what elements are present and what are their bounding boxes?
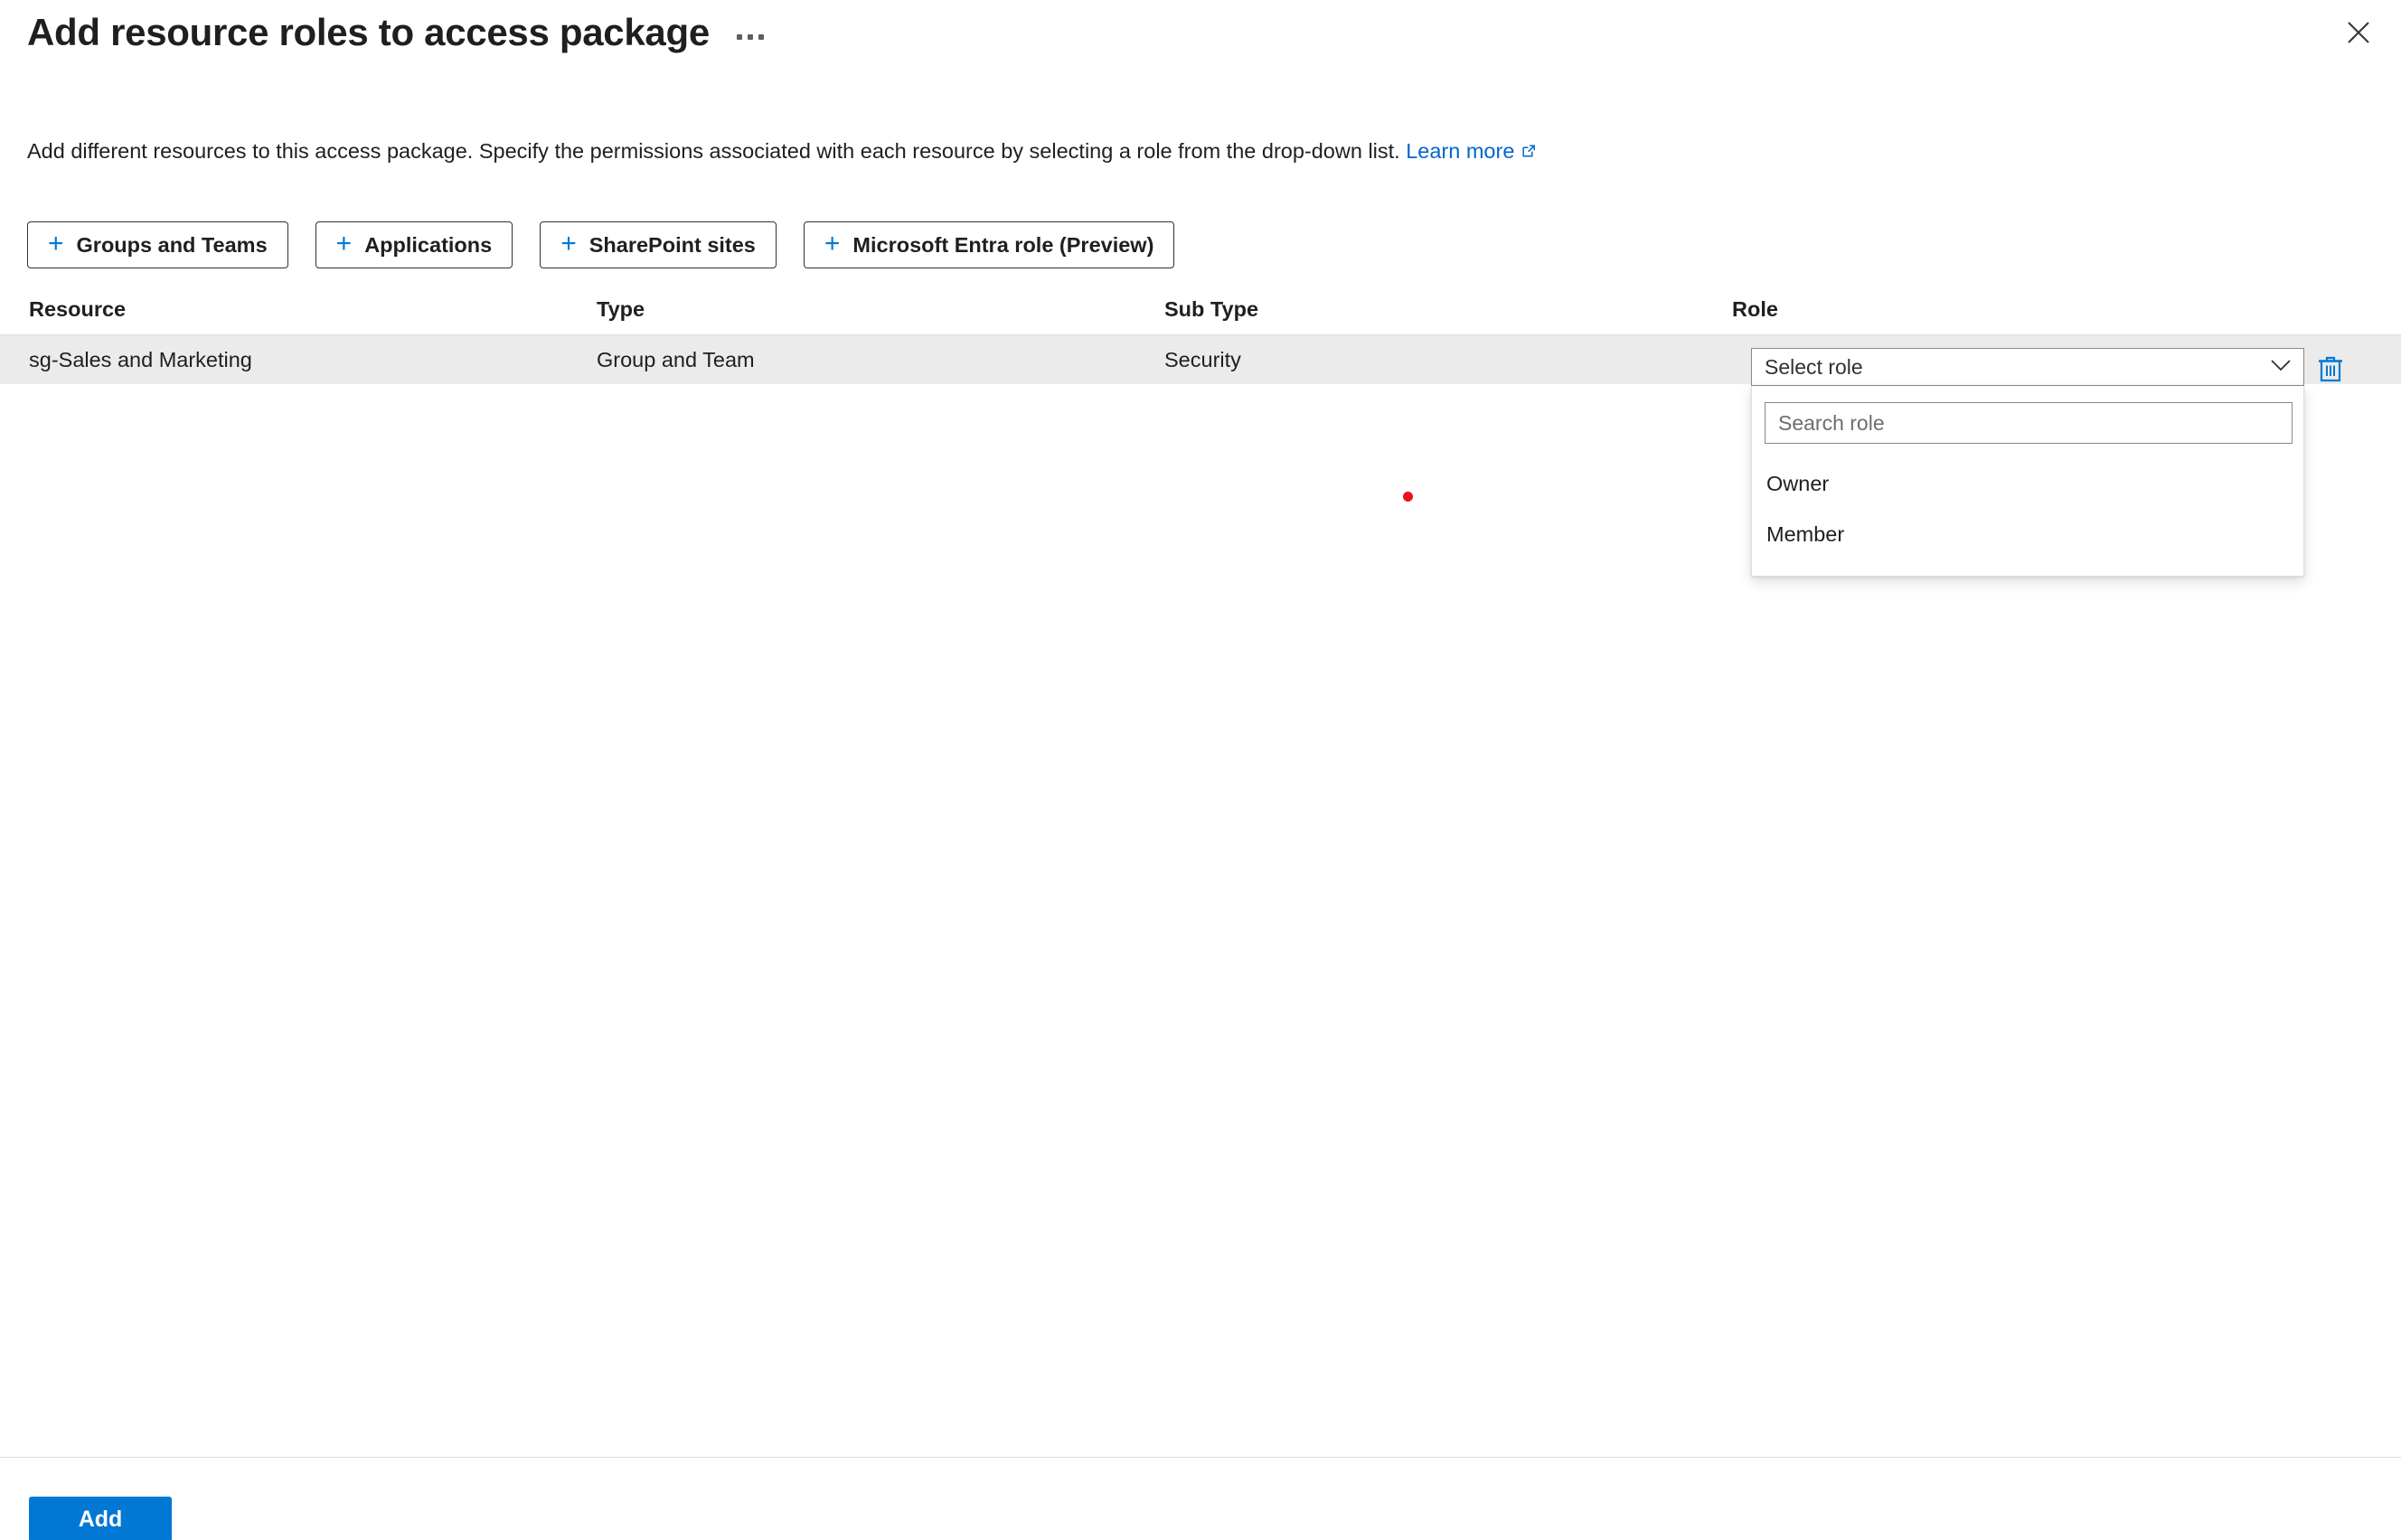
- page-title: Add resource roles to access package: [27, 11, 710, 53]
- button-label: Microsoft Entra role (Preview): [852, 232, 1154, 257]
- role-select-button[interactable]: Select role: [1751, 348, 2304, 386]
- column-header-role: Role: [1732, 297, 1778, 321]
- column-header-type: Type: [597, 297, 645, 321]
- plus-icon: +: [824, 229, 841, 258]
- ellipsis-dot: [758, 34, 764, 40]
- add-sharepoint-sites-button[interactable]: + SharePoint sites: [540, 221, 777, 268]
- learn-more-label: Learn more: [1406, 139, 1515, 163]
- cursor-marker: [1403, 492, 1413, 502]
- chevron-down-icon: [2269, 358, 2293, 377]
- cell-sub-type: Security: [1164, 347, 1241, 371]
- table-header-row: Resource Type Sub Type Role: [0, 285, 2401, 335]
- add-microsoft-entra-role-button[interactable]: + Microsoft Entra role (Preview): [803, 221, 1175, 268]
- ellipsis-dot: [747, 34, 753, 40]
- add-resource-roles-blade: Add resource roles to access package Add…: [0, 0, 2401, 1540]
- add-button[interactable]: Add: [29, 1497, 172, 1540]
- plus-icon: +: [48, 229, 64, 258]
- role-option-owner[interactable]: Owner: [1765, 458, 2291, 509]
- plus-icon: +: [335, 229, 353, 258]
- column-header-sub-type: Sub Type: [1164, 297, 1259, 321]
- plus-icon: +: [560, 229, 577, 258]
- role-dropdown-panel: Owner Member: [1751, 386, 2304, 577]
- resource-command-bar: + Groups and Teams + Applications + Shar…: [27, 221, 1175, 268]
- blade-header: Add resource roles to access package: [0, 0, 2401, 65]
- description-text: Add different resources to this access p…: [27, 139, 1400, 163]
- add-applications-button[interactable]: + Applications: [315, 221, 513, 268]
- button-label: Groups and Teams: [76, 232, 268, 257]
- external-link-icon: [1521, 138, 1537, 166]
- role-dropdown: Select role Owner Member: [1751, 348, 2304, 577]
- column-header-resource: Resource: [29, 297, 127, 321]
- title-block: Add resource roles to access package: [0, 14, 764, 52]
- ellipsis-dot: [736, 34, 742, 40]
- role-search-input[interactable]: [1765, 402, 2293, 444]
- blade-footer: Add: [0, 1457, 2401, 1540]
- cell-type: Group and Team: [597, 347, 755, 371]
- role-selected-value: Select role: [1765, 354, 1863, 379]
- button-label: SharePoint sites: [588, 232, 756, 257]
- learn-more-link[interactable]: Learn more: [1406, 139, 1537, 163]
- cell-resource: sg-Sales and Marketing: [29, 347, 252, 371]
- role-option-member[interactable]: Member: [1765, 509, 2291, 559]
- button-label: Applications: [364, 232, 493, 257]
- more-options-icon[interactable]: [736, 34, 764, 40]
- add-groups-and-teams-button[interactable]: + Groups and Teams: [27, 221, 288, 268]
- close-icon[interactable]: [2332, 9, 2385, 56]
- blade-description: Add different resources to this access p…: [27, 137, 1537, 166]
- delete-resource-icon[interactable]: [2311, 349, 2350, 389]
